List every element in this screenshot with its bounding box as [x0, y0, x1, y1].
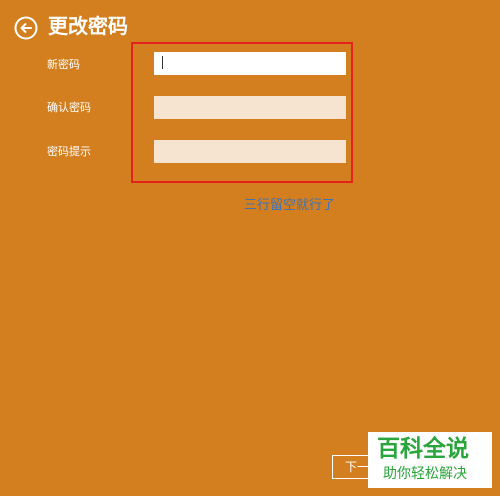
watermark-sub-text: 助你轻松解决 — [383, 466, 467, 482]
watermark-main-text: 百科全说 — [377, 436, 469, 462]
confirm-password-label: 确认密码 — [47, 101, 91, 114]
highlight-annotation-box — [131, 42, 353, 183]
annotation-text: 三行留空就行了 — [244, 198, 336, 213]
password-hint-label: 密码提示 — [47, 145, 91, 158]
back-arrow-icon[interactable] — [14, 16, 38, 40]
page-title: 更改密码 — [48, 14, 128, 38]
new-password-label: 新密码 — [47, 58, 80, 71]
watermark-logo: 百科全说 助你轻松解决 — [368, 432, 492, 488]
